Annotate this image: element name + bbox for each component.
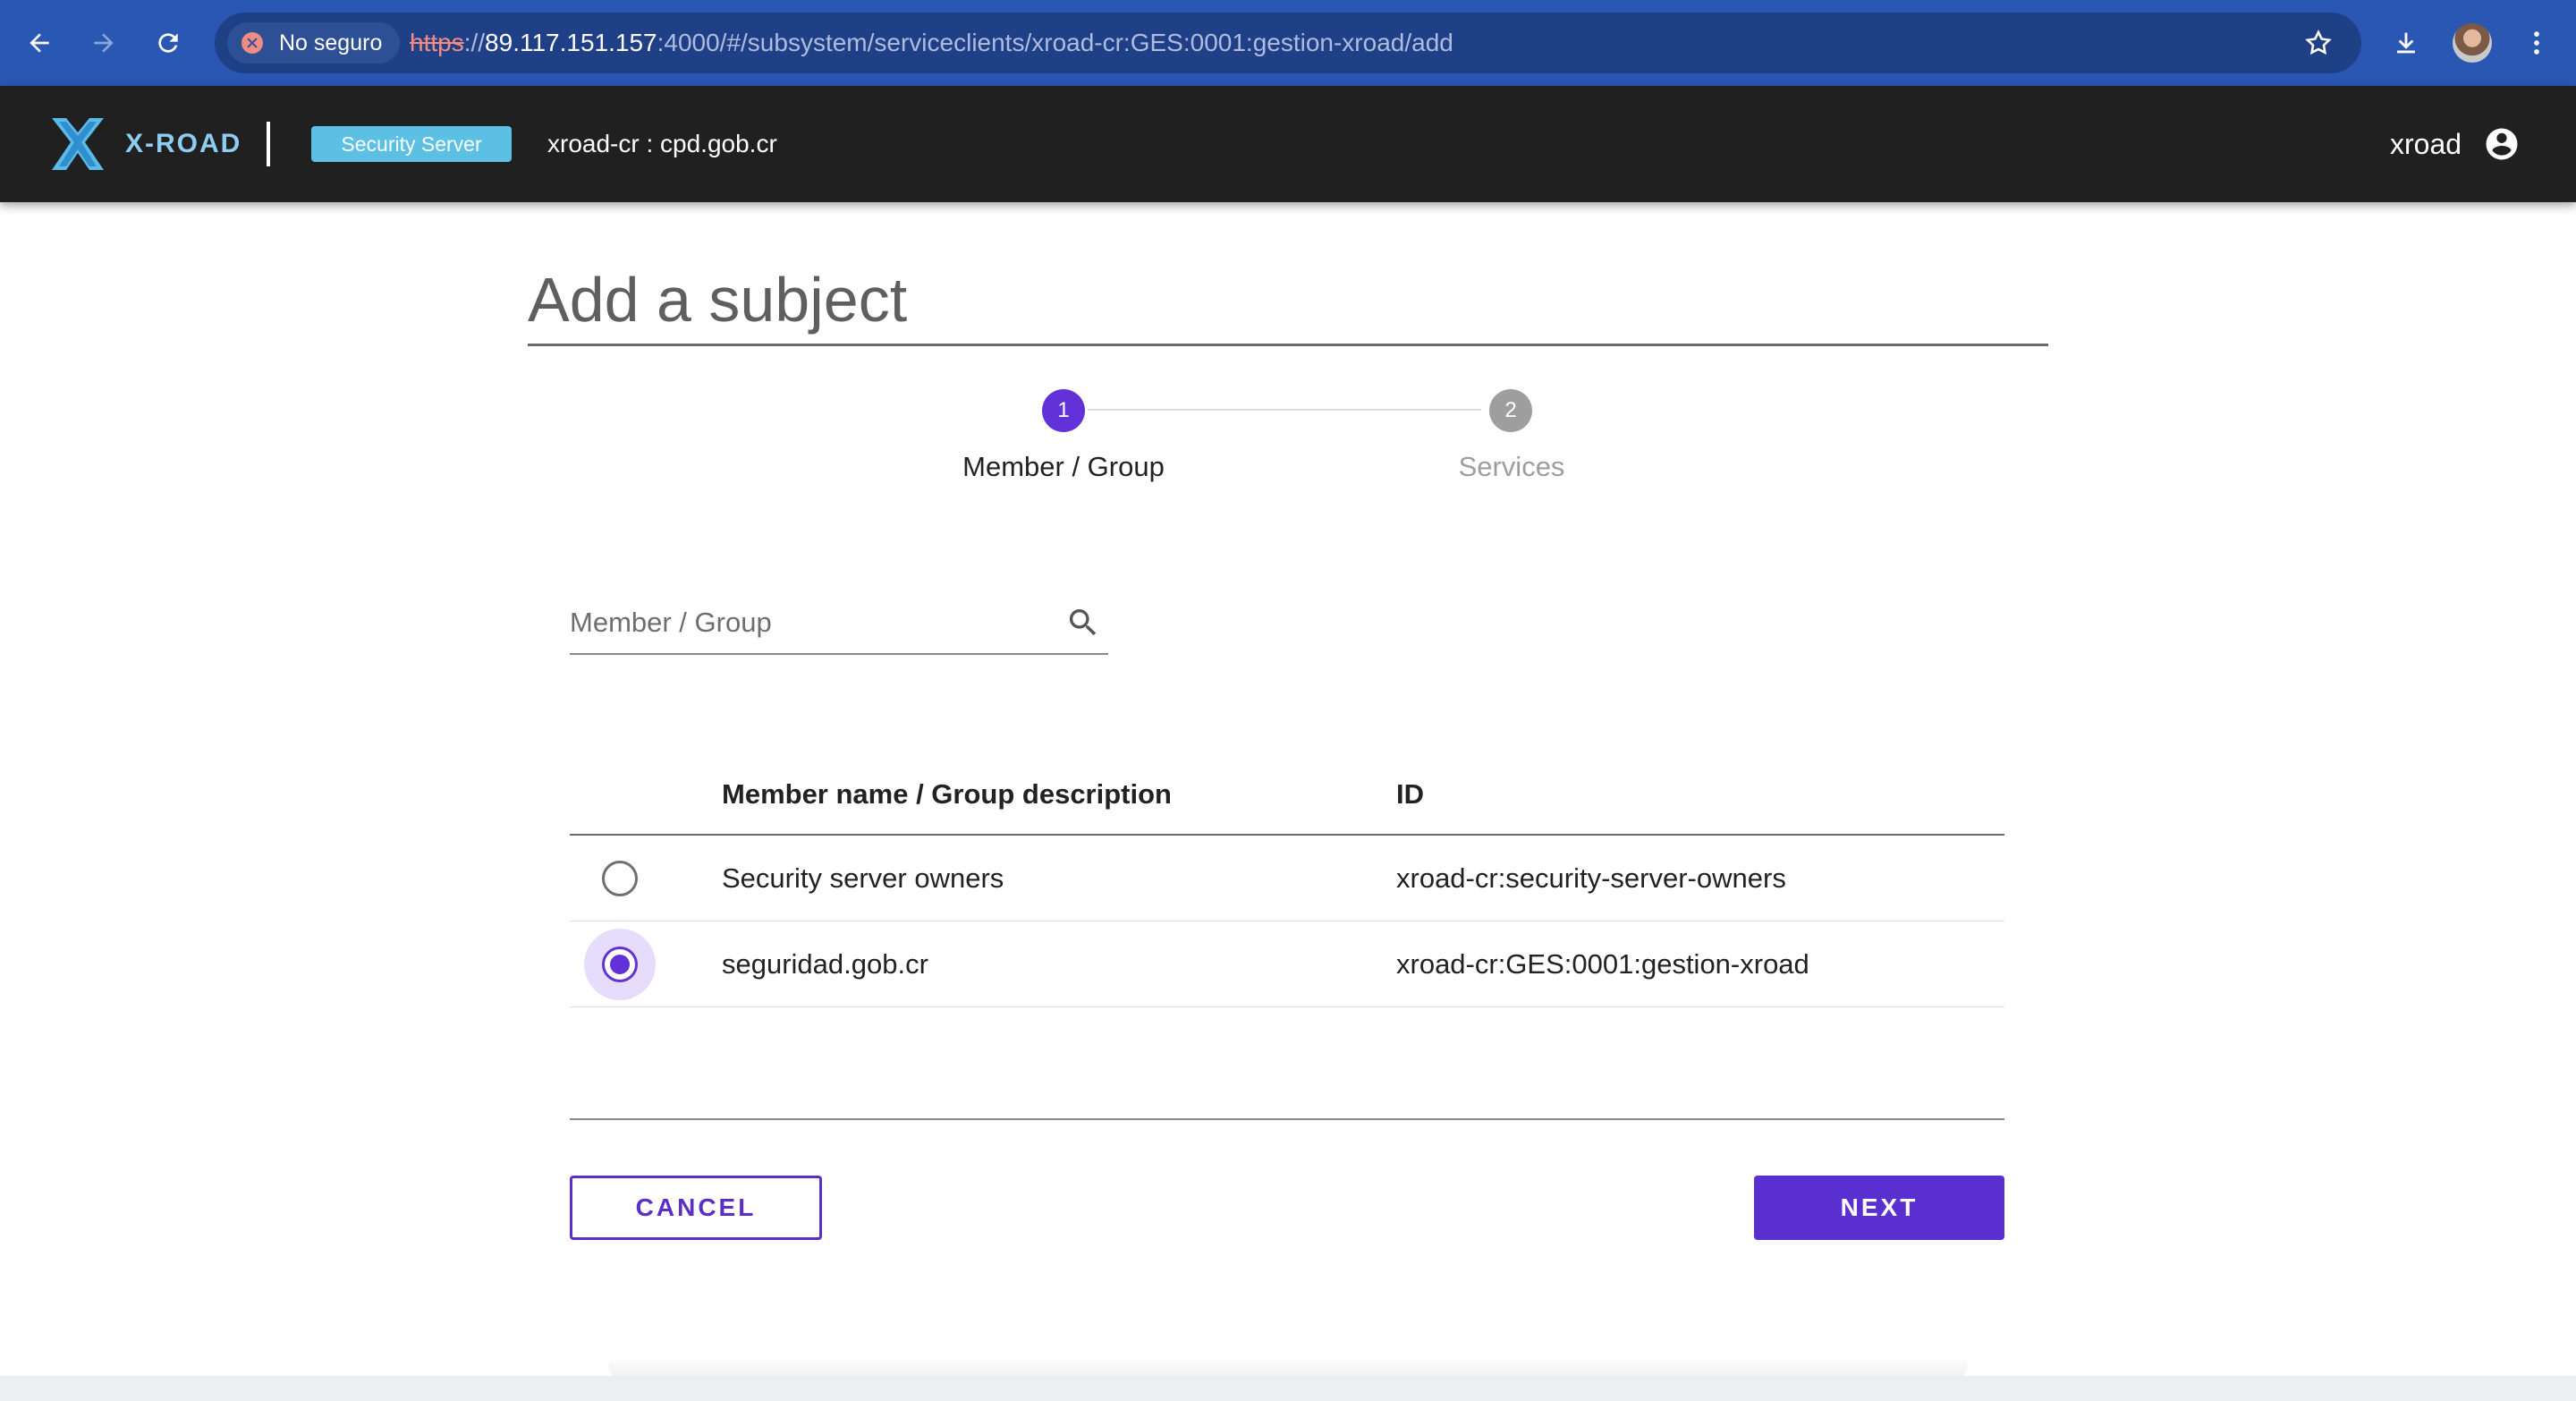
user-name[interactable]: xroad — [2390, 122, 2462, 166]
search-icon[interactable] — [1065, 605, 1101, 641]
table-header: Member name / Group description ID — [570, 762, 2004, 836]
kebab-menu-icon — [2534, 31, 2539, 55]
row-radio-wrapper[interactable] — [584, 843, 656, 914]
step-1-indicator: 1 — [1042, 389, 1085, 432]
page-title: Add a subject — [528, 265, 908, 335]
logo-text: X-ROAD — [125, 129, 242, 158]
row-radio-wrapper[interactable] — [584, 929, 656, 1000]
horizontal-scrollbar[interactable] — [0, 1376, 2576, 1401]
forward-button[interactable] — [80, 20, 127, 66]
column-header-id: ID — [1396, 778, 1424, 810]
profile-avatar[interactable] — [2453, 23, 2492, 63]
next-button[interactable]: NEXT — [1754, 1176, 2004, 1240]
row-member-id: xroad-cr:GES:0001:gestion-xroad — [1396, 948, 1809, 980]
title-divider — [528, 344, 2048, 346]
back-button[interactable] — [16, 20, 63, 66]
server-identifier: xroad-cr : cpd.gob.cr — [547, 130, 777, 157]
security-label: No seguro — [279, 30, 383, 55]
security-chip[interactable]: No seguro — [227, 22, 401, 64]
header-divider — [267, 122, 270, 166]
bookmark-button[interactable] — [2295, 20, 2342, 66]
cancel-button[interactable]: CANCEL — [570, 1176, 822, 1240]
downloads-button[interactable] — [2383, 20, 2429, 66]
table-row[interactable]: Security server owners xroad-cr:security… — [570, 836, 2004, 921]
member-search-field — [570, 590, 1108, 655]
account-circle-icon[interactable] — [2483, 125, 2521, 163]
reload-button[interactable] — [145, 20, 191, 66]
address-bar[interactable]: No seguro https://89.117.151.157:4000/#/… — [215, 13, 2361, 73]
footer-divider — [570, 1118, 2004, 1120]
step-2-label: Services — [1458, 451, 1565, 482]
url-path: :4000/#/subsystem/serviceclients/xroad-c… — [657, 29, 1453, 56]
member-search-input[interactable] — [570, 603, 1053, 642]
row-radio-button-selected[interactable] — [602, 947, 638, 982]
x-road-logo[interactable] — [47, 115, 109, 174]
forward-arrow-icon — [94, 33, 114, 53]
member-table: Member name / Group description ID Secur… — [570, 762, 2004, 1007]
url-text[interactable]: https://89.117.151.157:4000/#/subsystem/… — [410, 13, 1453, 73]
back-arrow-icon — [30, 33, 49, 53]
row-member-name: Security server owners — [722, 862, 1004, 894]
reload-icon — [158, 33, 178, 53]
row-member-id: xroad-cr:security-server-owners — [1396, 862, 1786, 894]
server-type-badge: Security Server — [311, 126, 512, 162]
column-header-name: Member name / Group description — [722, 778, 1172, 810]
row-radio-button[interactable] — [602, 861, 638, 896]
download-icon — [2397, 32, 2415, 54]
table-row[interactable]: seguridad.gob.cr xroad-cr:GES:0001:gesti… — [570, 921, 2004, 1007]
url-host: 89.117.151.157 — [485, 29, 657, 56]
url-separator: :// — [463, 29, 486, 56]
browser-menu-button[interactable] — [2513, 20, 2560, 66]
not-secure-icon — [242, 32, 263, 54]
step-1-label: Member / Group — [962, 451, 1165, 482]
row-member-name: seguridad.gob.cr — [722, 948, 928, 980]
browser-toolbar: No seguro https://89.117.151.157:4000/#/… — [0, 0, 2576, 86]
app-header: X-ROAD Security Server xroad-cr : cpd.go… — [0, 86, 2576, 202]
page-shadow — [608, 1356, 1968, 1378]
step-2-indicator: 2 — [1489, 389, 1532, 432]
url-protocol: https — [410, 29, 464, 56]
stepper-connector — [1088, 409, 1481, 411]
bookmark-star-icon — [2305, 30, 2332, 55]
